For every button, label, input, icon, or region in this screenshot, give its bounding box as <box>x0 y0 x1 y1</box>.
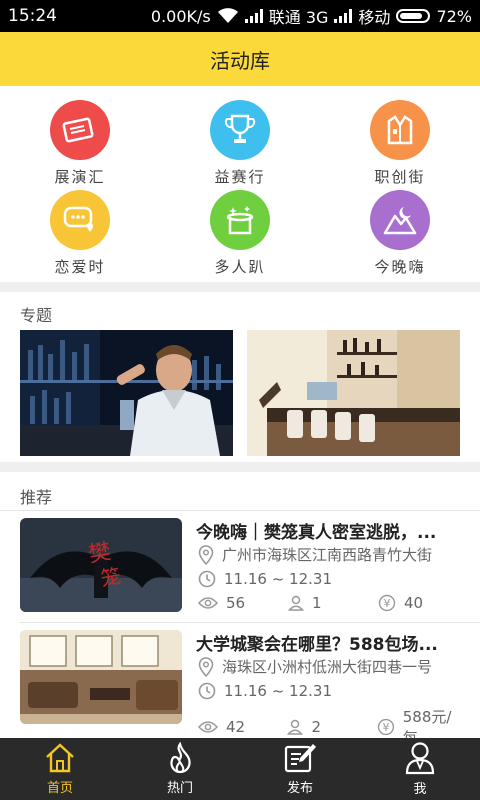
svg-text:樊: 樊 <box>87 539 113 567</box>
category-jinwanhai[interactable]: 今晚嗨 <box>340 190 460 277</box>
category-label: 展演汇 <box>54 168 106 186</box>
yuan-icon: ¥ <box>378 594 396 612</box>
category-label: 多人趴 <box>214 258 266 276</box>
views-count: 56 <box>226 594 246 612</box>
category-duorenpa[interactable]: 多人趴 <box>180 190 300 277</box>
topic-banner-bartender[interactable] <box>20 330 233 456</box>
item-thumbnail: 樊 笼 <box>20 518 182 612</box>
item-date: 11.16 ~ 12.31 <box>224 570 332 588</box>
nav-label: 热门 <box>166 781 193 796</box>
views-stat: 42 <box>198 718 287 736</box>
bar-interior-image <box>247 330 460 456</box>
item-address-row: 海珠区小洲村低洲大街四巷一号 <box>198 656 466 677</box>
title-bar: 活动库 <box>0 32 480 86</box>
category-grid: 展演汇 益赛行 职创街 恋爱时 多人趴 今晚嗨 <box>0 86 480 282</box>
category-zhanyanhui[interactable]: 展演汇 <box>20 100 140 187</box>
category-circle <box>210 100 270 160</box>
section-divider <box>0 282 480 292</box>
category-circle <box>50 190 110 250</box>
magic-hat-icon <box>226 206 254 235</box>
category-circle <box>370 100 430 160</box>
svg-text:笼: 笼 <box>99 564 123 591</box>
carrier-label-1: 联通 3G <box>268 8 329 27</box>
nav-home[interactable]: 首页 <box>0 738 120 800</box>
flame-icon <box>170 742 191 774</box>
item-date: 11.16 ~ 12.31 <box>224 682 332 700</box>
people-count: 2 <box>311 718 321 736</box>
category-label: 益赛行 <box>214 168 266 186</box>
nav-label: 发布 <box>286 781 313 796</box>
list-item[interactable]: 樊 笼 今晚嗨｜樊笼真人密室逃脱，... 广州市海珠区江南西路青竹大街 11.1… <box>0 510 480 622</box>
category-circle <box>210 190 270 250</box>
nav-me[interactable]: 我 <box>360 738 480 800</box>
nav-label: 首页 <box>46 781 73 796</box>
clock-icon <box>198 570 216 588</box>
location-pin-icon <box>198 656 214 677</box>
page-title: 活动库 <box>210 48 270 73</box>
item-date-row: 11.16 ~ 12.31 <box>198 570 466 588</box>
category-label: 职创街 <box>374 168 426 186</box>
signal-icon <box>244 9 263 23</box>
signal-icon-2 <box>334 9 353 23</box>
views-stat: 56 <box>198 594 288 612</box>
moon-mountain-icon <box>383 207 417 235</box>
topic-banner-bar-interior[interactable] <box>247 330 460 456</box>
bottom-nav: 首页 热门 发布 我 <box>0 738 480 800</box>
battery-icon <box>396 9 431 23</box>
wifi-icon <box>217 8 238 23</box>
home-icon <box>46 743 74 773</box>
carrier-label-2: 移动 <box>358 8 391 27</box>
list-item[interactable]: 大学城聚会在哪里？588包场... 海珠区小洲村低洲大街四巷一号 11.16 ~… <box>0 622 480 747</box>
bartender-image <box>20 330 233 456</box>
category-zhichuangjie[interactable]: 职创街 <box>340 100 460 187</box>
category-yisaixing[interactable]: 益赛行 <box>180 100 300 187</box>
app-screen: 15:24 0.00K/s 联通 3G 移动 72% 活动库 展演汇 益赛行 职… <box>0 0 480 800</box>
item-thumbnail <box>20 630 182 724</box>
status-bar: 15:24 0.00K/s 联通 3G 移动 72% <box>0 0 480 32</box>
item-stats: 56 1 ¥ 40 <box>198 594 466 612</box>
svg-text:¥: ¥ <box>382 721 389 734</box>
location-pin-icon <box>198 544 214 565</box>
section-divider <box>0 462 480 472</box>
edit-icon <box>284 744 316 773</box>
suit-icon <box>387 115 413 145</box>
nav-hot[interactable]: 热门 <box>120 738 240 800</box>
price-value: 40 <box>404 594 424 612</box>
clock-icon <box>198 682 216 700</box>
category-circle <box>50 100 110 160</box>
item-address: 海珠区小洲村低洲大街四巷一号 <box>222 658 433 676</box>
people-count: 1 <box>312 594 322 612</box>
people-stat: 2 <box>287 718 376 736</box>
item-title: 今晚嗨｜樊笼真人密室逃脱，... <box>196 523 437 543</box>
people-stat: 1 <box>288 594 378 612</box>
category-label: 今晚嗨 <box>374 258 426 276</box>
category-label: 恋爱时 <box>54 258 106 276</box>
price-stat: ¥ 40 <box>378 594 423 612</box>
person-icon <box>288 595 304 611</box>
chat-heart-icon <box>63 206 93 232</box>
category-circle <box>370 190 430 250</box>
battery-percent: 72% <box>436 6 472 26</box>
category-lianaishi[interactable]: 恋爱时 <box>20 190 140 277</box>
nav-label: 我 <box>413 782 427 797</box>
trophy-icon <box>224 114 256 143</box>
user-icon <box>405 742 435 775</box>
svg-text:¥: ¥ <box>384 597 391 610</box>
ticket-icon <box>62 117 94 143</box>
views-count: 42 <box>226 718 246 736</box>
yuan-icon: ¥ <box>377 718 394 736</box>
topics-title: 专题 <box>20 306 53 325</box>
item-title: 大学城聚会在哪里？588包场... <box>196 635 438 655</box>
item-date-row: 11.16 ~ 12.31 <box>198 682 466 700</box>
eye-icon <box>198 597 218 609</box>
item-address: 广州市海珠区江南西路青竹大街 <box>222 546 433 564</box>
network-speed: 0.00K/s <box>150 6 211 26</box>
nav-publish[interactable]: 发布 <box>240 738 360 800</box>
status-time: 15:24 <box>8 6 57 26</box>
recommend-title: 推荐 <box>20 488 53 507</box>
eye-icon <box>198 721 218 733</box>
person-icon <box>287 719 304 735</box>
item-address-row: 广州市海珠区江南西路青竹大街 <box>198 544 466 565</box>
